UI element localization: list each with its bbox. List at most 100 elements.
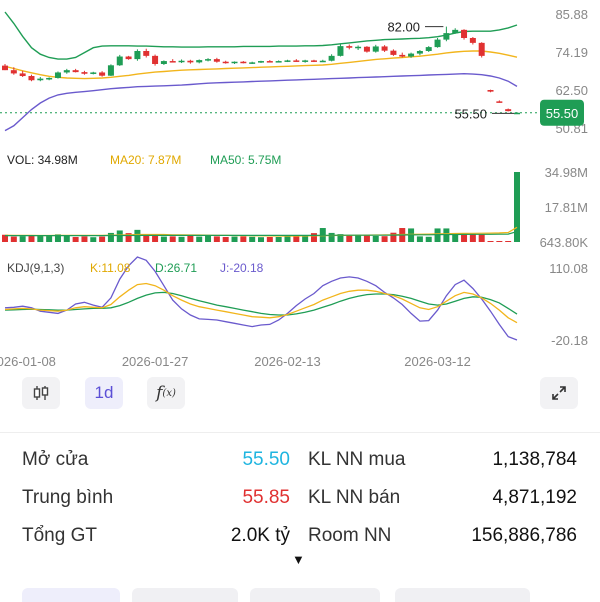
volume-bar bbox=[363, 235, 370, 242]
price-axis: 85.8874.1962.5050.8182.0055.50 55.50 bbox=[387, 7, 588, 136]
bollinger-lower-line bbox=[4, 72, 518, 132]
volume-bar bbox=[496, 241, 503, 242]
volume-bar bbox=[425, 236, 432, 242]
candlestick-icon[interactable] bbox=[22, 377, 60, 409]
candle-body bbox=[81, 72, 88, 74]
volume-bar bbox=[152, 235, 159, 242]
foreign-sell-label: KL NN bán bbox=[308, 487, 401, 508]
candle-body bbox=[443, 33, 450, 40]
volume-bar bbox=[469, 233, 476, 242]
volume-bar bbox=[416, 236, 423, 242]
volume-bar bbox=[205, 235, 212, 242]
volume-bar bbox=[169, 236, 176, 242]
candle-body bbox=[143, 50, 150, 56]
candle-body bbox=[54, 72, 61, 78]
volume-bar bbox=[231, 236, 238, 242]
high-price-label: 82.00 bbox=[387, 20, 420, 35]
candle-body bbox=[37, 78, 44, 81]
candle-body bbox=[363, 46, 370, 52]
candle-body bbox=[187, 60, 194, 63]
volume-bar bbox=[116, 230, 123, 242]
volume-bar bbox=[249, 236, 256, 242]
x-tick-label: 2026-02-13 bbox=[254, 354, 321, 369]
candle-body bbox=[310, 60, 317, 62]
volume-bar bbox=[452, 234, 459, 242]
volume-tick-label: 34.98M bbox=[545, 165, 588, 180]
volume-bar bbox=[213, 236, 220, 242]
candle-body bbox=[258, 61, 264, 63]
interval-button[interactable]: 1d bbox=[85, 377, 123, 409]
price-tick-label: 62.50 bbox=[555, 83, 588, 98]
x-tick-label: 2026-01-08 bbox=[0, 354, 56, 369]
candle-body bbox=[240, 61, 247, 64]
candle-body bbox=[222, 61, 229, 64]
volume-bar bbox=[90, 237, 97, 242]
candle-body bbox=[19, 73, 26, 77]
candle-body bbox=[72, 70, 79, 73]
volume-bar bbox=[328, 232, 335, 242]
bottom-tabs bbox=[0, 588, 600, 602]
stock-chart[interactable]: 85.8874.1962.5050.8182.0055.50 55.50 34.9… bbox=[0, 0, 600, 375]
candle-body bbox=[99, 72, 106, 76]
kdj-legend-k: K:11.08 bbox=[90, 261, 131, 275]
total-value-label: Tổng GT bbox=[22, 525, 97, 546]
candle-body bbox=[231, 61, 238, 64]
total-value: 2.0K tỷ bbox=[230, 525, 290, 546]
average-value: 55.85 bbox=[242, 487, 290, 508]
volume-bars bbox=[2, 172, 520, 242]
kdj-legend-d: D:26.71 bbox=[155, 261, 197, 275]
candle-body bbox=[196, 60, 203, 63]
volume-bar bbox=[160, 236, 167, 242]
price-tick-label: 74.19 bbox=[555, 45, 588, 60]
function-icon[interactable]: f (x) bbox=[147, 377, 185, 409]
kdj-panel: 110.08-20.18 KDJ(9,1,3) K:11.08 D:26.71 … bbox=[4, 256, 588, 348]
candle-body bbox=[178, 60, 185, 63]
volume-bar bbox=[390, 232, 397, 242]
volume-bar bbox=[72, 236, 79, 242]
candle-body bbox=[152, 55, 159, 64]
volume-bar bbox=[19, 236, 26, 242]
volume-bar bbox=[99, 236, 106, 242]
last-price-tag-label: 55.50 bbox=[546, 106, 579, 121]
foreign-sell-value: 4,871,192 bbox=[492, 487, 577, 508]
expand-icon[interactable] bbox=[540, 377, 578, 409]
volume-bar bbox=[443, 228, 450, 242]
volume-bar bbox=[107, 232, 114, 242]
candle-body bbox=[381, 46, 388, 51]
candle-body bbox=[213, 59, 220, 62]
kdj-tick-label: 110.08 bbox=[549, 261, 588, 276]
volume-bar bbox=[487, 241, 494, 242]
volume-bar bbox=[28, 235, 35, 242]
volume-legend-ma20: MA20: 7.87M bbox=[110, 153, 181, 167]
volume-bar bbox=[505, 241, 512, 242]
open-value: 55.50 bbox=[242, 449, 290, 470]
candle-body bbox=[205, 59, 212, 61]
open-label: Mở cửa bbox=[22, 449, 89, 470]
candle-body bbox=[107, 65, 114, 76]
volume-bar bbox=[478, 234, 485, 242]
stats-row-open: Mở cửa 55.50 KL NN mua 1,138,784 bbox=[0, 441, 600, 477]
expand-stats-caret[interactable]: ▼ bbox=[292, 552, 305, 567]
foreign-room-value: 156,886,786 bbox=[471, 525, 577, 546]
stats-row-average: Trung bình 55.85 KL NN bán 4,871,192 bbox=[0, 479, 600, 515]
candle-body bbox=[390, 50, 397, 55]
candle-body bbox=[452, 29, 459, 34]
average-label: Trung bình bbox=[22, 487, 114, 508]
volume-bar bbox=[346, 235, 353, 242]
volume-bar bbox=[258, 237, 264, 242]
candle-body bbox=[469, 37, 476, 43]
volume-bar bbox=[302, 235, 309, 242]
candle-body bbox=[434, 39, 441, 48]
x-tick-label: 2026-01-27 bbox=[122, 354, 189, 369]
candle-body bbox=[249, 62, 256, 64]
volume-bar bbox=[81, 236, 88, 242]
chart-toolbar: 1d f (x) bbox=[0, 375, 600, 411]
volume-bar bbox=[196, 236, 203, 242]
candle-body bbox=[284, 60, 291, 62]
candle-body bbox=[478, 42, 485, 56]
volume-bar bbox=[284, 236, 291, 242]
volume-bar bbox=[372, 235, 379, 242]
candle-body bbox=[416, 50, 423, 54]
volume-bar bbox=[355, 234, 362, 242]
stats-row-total: Tổng GT 2.0K tỷ Room NN 156,886,786 bbox=[0, 517, 600, 553]
